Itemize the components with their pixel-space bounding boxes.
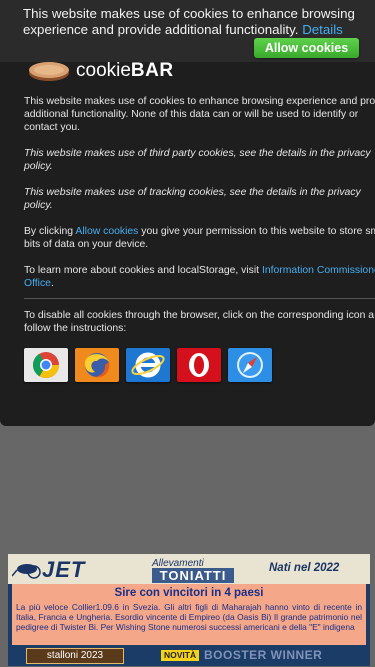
ad-title: Sire con vincitori in 4 paesi <box>114 587 264 599</box>
cookiebar-logo-text: cookieBAR <box>76 60 174 81</box>
third-party-line: This website makes use of third party co… <box>24 148 371 159</box>
topbar-message: This website makes use of cookies to enh… <box>23 6 355 37</box>
chrome-icon[interactable] <box>24 348 68 382</box>
info-line: additional functionality. None of this d… <box>24 109 359 120</box>
info-line: contact you. <box>24 122 81 133</box>
permission-line: bits of data on your device. <box>24 239 149 250</box>
opera-icon[interactable] <box>177 348 221 382</box>
internet-explorer-icon[interactable] <box>126 348 170 382</box>
ad-content-box: Sire con vincitori in 4 paesi La più vel… <box>12 584 366 645</box>
firefox-icon[interactable] <box>75 348 119 382</box>
divider <box>24 298 375 299</box>
safari-icon[interactable] <box>228 348 272 382</box>
cookie-icon <box>29 62 69 81</box>
ico-link[interactable]: Information Commissione <box>262 265 375 276</box>
ad-stalloni-button[interactable]: stalloni 2023 <box>26 648 124 664</box>
ad-body: La più veloce Collier1.09.6 in Svezia. G… <box>16 602 362 632</box>
tracking-line: policy. <box>24 200 53 211</box>
learn-more-line: To learn more about cookies and localSto… <box>24 264 375 277</box>
cookie-details-panel: cookieBAR This website makes use of cook… <box>0 30 375 426</box>
learn-more-line: Office. <box>24 278 54 289</box>
ad-novita-badge: NOVITÀ <box>161 650 200 661</box>
ad-booster: BOOSTER WINNER <box>204 648 323 662</box>
ad-toniatti: TONIATTI <box>152 568 234 583</box>
allow-cookies-link[interactable]: Allow cookies <box>75 226 138 237</box>
allow-cookies-button[interactable]: Allow cookies <box>254 38 359 58</box>
disable-line: To disable all cookies through the brows… <box>24 310 375 321</box>
ico-link-office[interactable]: Office <box>24 278 51 289</box>
horse-icon <box>12 564 41 579</box>
permission-line: By clicking Allow cookies you give your … <box>24 226 375 237</box>
tracking-line: This website makes use of tracking cooki… <box>24 187 361 198</box>
details-link[interactable]: Details <box>302 22 343 37</box>
ad-header: JET Allevamenti TONIATTI Nati nel 2022 <box>8 554 370 584</box>
cookie-topbar: This website makes use of cookies to enh… <box>0 0 375 62</box>
disable-line: follow the instructions: <box>24 323 127 334</box>
ad-brand: JET <box>42 557 86 582</box>
ad-nati: Nati nel 2022 <box>269 562 340 574</box>
info-line: This website makes use of cookies to enh… <box>24 96 375 107</box>
third-party-line: policy. <box>24 161 53 172</box>
ad-banner[interactable]: JET Allevamenti TONIATTI Nati nel 2022 S… <box>8 554 370 666</box>
